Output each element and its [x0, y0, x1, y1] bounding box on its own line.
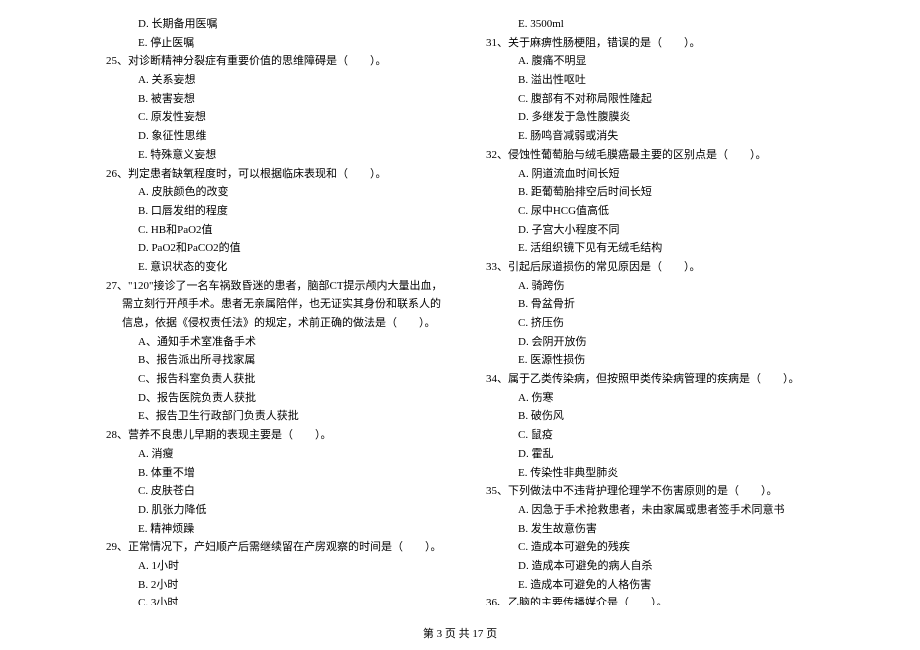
answer-option: C. 挤压伤 — [470, 314, 830, 333]
answer-option: D. 长期备用医嘱 — [90, 15, 450, 34]
answer-option: A. 因急于手术抢救患者，未由家属或患者签手术同意书 — [470, 501, 830, 520]
answer-option: B. 破伤风 — [470, 407, 830, 426]
question-text: 34、属于乙类传染病，但按照甲类传染病管理的疾病是（ ）。 — [486, 370, 830, 389]
answer-option: E. 传染性非典型肺炎 — [470, 464, 830, 483]
question-text: 25、对诊断精神分裂症有重要价值的思维障碍是（ ）。 — [106, 52, 450, 71]
question-text: 32、侵蚀性葡萄胎与绒毛膜癌最主要的区别点是（ ）。 — [486, 146, 830, 165]
answer-option: A、通知手术室准备手术 — [90, 333, 450, 352]
left-column: D. 长期备用医嘱E. 停止医嘱25、对诊断精神分裂症有重要价值的思维障碍是（ … — [90, 15, 450, 605]
right-column: E. 3500ml31、关于麻痹性肠梗阻，错误的是（ ）。A. 腹痛不明显B. … — [470, 15, 830, 605]
answer-option: D、报告医院负责人获批 — [90, 389, 450, 408]
answer-option: E、报告卫生行政部门负责人获批 — [90, 407, 450, 426]
answer-option: A. 伤寒 — [470, 389, 830, 408]
answer-option: C. HB和PaO2值 — [90, 221, 450, 240]
answer-option: A. 皮肤颜色的改变 — [90, 183, 450, 202]
exam-page: D. 长期备用医嘱E. 停止医嘱25、对诊断精神分裂症有重要价值的思维障碍是（ … — [0, 15, 920, 605]
answer-option: C. 造成本可避免的残疾 — [470, 538, 830, 557]
answer-option: A. 腹痛不明显 — [470, 52, 830, 71]
question-text: 31、关于麻痹性肠梗阻，错误的是（ ）。 — [486, 34, 830, 53]
answer-option: E. 医源性损伤 — [470, 351, 830, 370]
answer-option: B. 体重不增 — [90, 464, 450, 483]
answer-option: A. 骑跨伤 — [470, 277, 830, 296]
answer-option: D. 会阴开放伤 — [470, 333, 830, 352]
answer-option: D. 象征性思维 — [90, 127, 450, 146]
answer-option: E. 3500ml — [470, 15, 830, 34]
question-text: 36、乙脑的主要传播媒介是（ ）。 — [486, 594, 830, 605]
answer-option: E. 活组织镜下见有无绒毛结构 — [470, 239, 830, 258]
answer-option: A. 关系妄想 — [90, 71, 450, 90]
answer-option: E. 造成本可避免的人格伤害 — [470, 576, 830, 595]
answer-option: B. 溢出性呕吐 — [470, 71, 830, 90]
answer-option: D. 造成本可避免的病人自杀 — [470, 557, 830, 576]
answer-option: A. 阴道流血时间长短 — [470, 165, 830, 184]
answer-option: D. PaO2和PaCO2的值 — [90, 239, 450, 258]
answer-option: B. 被害妄想 — [90, 90, 450, 109]
answer-option: C. 3小时 — [90, 594, 450, 605]
answer-option: B. 2小时 — [90, 576, 450, 595]
answer-option: C、报告科室负责人获批 — [90, 370, 450, 389]
answer-option: C. 尿中HCG值高低 — [470, 202, 830, 221]
answer-option: D. 肌张力降低 — [90, 501, 450, 520]
answer-option: B. 口唇发绀的程度 — [90, 202, 450, 221]
answer-option: B. 骨盆骨折 — [470, 295, 830, 314]
answer-option: C. 腹部有不对称局限性隆起 — [470, 90, 830, 109]
answer-option: B. 距葡萄胎排空后时间长短 — [470, 183, 830, 202]
answer-option: E. 肠鸣音减弱或消失 — [470, 127, 830, 146]
page-footer: 第 3 页 共 17 页 — [0, 625, 920, 644]
question-text: 26、判定患者缺氧程度时，可以根据临床表现和（ ）。 — [106, 165, 450, 184]
answer-option: E. 停止医嘱 — [90, 34, 450, 53]
question-text: 27、"120"接诊了一名车祸致昏迷的患者，脑部CT提示颅内大量出血，需立刻行开… — [106, 277, 450, 333]
answer-option: D. 子宫大小程度不同 — [470, 221, 830, 240]
answer-option: B、报告派出所寻找家属 — [90, 351, 450, 370]
answer-option: C. 鼠疫 — [470, 426, 830, 445]
question-text: 33、引起后尿道损伤的常见原因是（ ）。 — [486, 258, 830, 277]
answer-option: E. 意识状态的变化 — [90, 258, 450, 277]
answer-option: B. 发生故意伤害 — [470, 520, 830, 539]
answer-option: D. 霍乱 — [470, 445, 830, 464]
answer-option: C. 皮肤苍白 — [90, 482, 450, 501]
answer-option: A. 消瘦 — [90, 445, 450, 464]
answer-option: E. 精神烦躁 — [90, 520, 450, 539]
answer-option: C. 原发性妄想 — [90, 108, 450, 127]
question-text: 29、正常情况下，产妇顺产后需继续留在产房观察的时间是（ ）。 — [106, 538, 450, 557]
answer-option: D. 多继发于急性腹膜炎 — [470, 108, 830, 127]
question-text: 28、营养不良患儿早期的表现主要是（ ）。 — [106, 426, 450, 445]
answer-option: A. 1小时 — [90, 557, 450, 576]
answer-option: E. 特殊意义妄想 — [90, 146, 450, 165]
question-text: 35、下列做法中不违背护理伦理学不伤害原则的是（ ）。 — [486, 482, 830, 501]
